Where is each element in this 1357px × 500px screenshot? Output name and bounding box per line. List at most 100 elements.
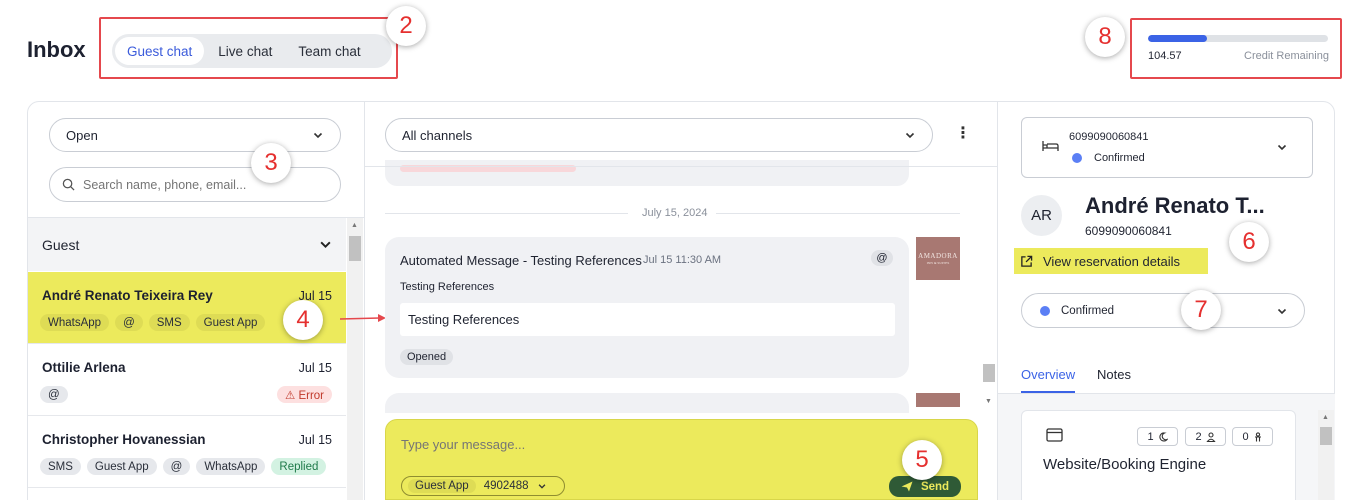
chevron-down-icon: [320, 241, 331, 249]
channel-chip: Guest App: [195, 314, 266, 331]
tab-live-chat[interactable]: Live chat: [206, 37, 284, 65]
conversation-name: Christopher Hovanessian: [42, 432, 206, 447]
booking-source-title: Website/Booking Engine: [1043, 456, 1207, 473]
search-icon: [62, 178, 75, 191]
message-status-badge: Opened: [400, 349, 454, 365]
annotation-badge-5: 5: [902, 440, 942, 480]
guests-count: 2: [1185, 427, 1226, 446]
channel-chip: WhatsApp: [40, 314, 110, 331]
brand-logo-tagline: INN & SUITES: [926, 261, 950, 265]
chevron-down-icon: [1277, 308, 1287, 315]
channel-chip: SMS: [40, 458, 81, 475]
view-reservation-link[interactable]: View reservation details: [1014, 248, 1208, 274]
child-icon: [1254, 431, 1261, 441]
conversation-item[interactable]: Christopher Hovanessian Jul 15 SMS Guest…: [28, 416, 346, 488]
send-channel-select[interactable]: Guest App 4902488: [401, 476, 565, 496]
reservation-status: Confirmed: [1094, 152, 1145, 164]
status-dot: [1072, 153, 1082, 163]
booking-source-card: [1021, 410, 1296, 500]
send-channel-id: 4902488: [483, 480, 529, 492]
conversation-name: André Renato Teixeira Rey: [42, 288, 213, 303]
avatar: AR: [1021, 195, 1062, 236]
brand-logo: [916, 393, 960, 407]
moon-icon: [1158, 431, 1168, 441]
tab-notes[interactable]: Notes: [1097, 367, 1131, 382]
reservation-number: 6099090060841: [1069, 131, 1149, 143]
scroll-down-arrow-icon[interactable]: ▼: [985, 398, 992, 405]
send-button-label: Send: [920, 480, 950, 493]
message-input[interactable]: [401, 437, 801, 452]
chevron-down-icon: [313, 132, 323, 139]
view-reservation-label: View reservation details: [1043, 253, 1181, 269]
credit-progress-fill: [1148, 35, 1208, 42]
brand-logo: AMADORA INN & SUITES: [916, 237, 960, 280]
status-dot: [1040, 306, 1050, 316]
nights-count: 1: [1137, 427, 1178, 446]
conversation-name: Ottilie Arlena: [42, 360, 126, 375]
conversation-date: Jul 15: [298, 433, 332, 447]
overview-scrollbar[interactable]: [1318, 410, 1334, 500]
send-icon: [901, 481, 913, 492]
channel-chip: @: [115, 314, 143, 331]
reservation-selector[interactable]: [1021, 117, 1313, 178]
channel-filter-select[interactable]: All channels: [385, 118, 933, 152]
message-subject: Testing References: [400, 281, 495, 293]
annotation-box-credit: [1130, 18, 1342, 79]
scroll-up-arrow-icon[interactable]: ▲: [1322, 414, 1329, 421]
status-filter-select[interactable]: Open: [49, 118, 341, 152]
credit-progress-bar: [1148, 35, 1328, 42]
message-title: Automated Message - Testing References: [400, 253, 642, 268]
next-message-bubble: [385, 393, 909, 413]
guest-name: André Renato T...: [1085, 193, 1265, 218]
annotation-badge-4: 4: [283, 300, 323, 340]
nights-value: 1: [1147, 430, 1154, 443]
annotation-badge-6: 6: [1229, 222, 1269, 262]
credit-label: Credit Remaining: [1244, 50, 1329, 62]
tab-team-chat[interactable]: Team chat: [286, 37, 372, 65]
annotation-badge-7: 7: [1181, 290, 1221, 330]
chat-type-tabs: Guest chat Live chat Team chat: [112, 34, 392, 68]
chevron-down-icon: [905, 132, 915, 139]
guests-value: 2: [1195, 430, 1202, 443]
date-divider-line: [716, 213, 960, 214]
scrollbar-thumb[interactable]: [983, 364, 995, 382]
scrollbar-thumb[interactable]: [349, 236, 361, 261]
error-badge: ⚠ Error: [276, 386, 332, 403]
children-value: 0: [1242, 430, 1249, 443]
tab-overview[interactable]: Overview: [1021, 367, 1075, 382]
guest-section-header[interactable]: Guest: [28, 218, 346, 271]
divider: [365, 166, 997, 167]
scroll-up-arrow-icon[interactable]: ▲: [351, 222, 358, 229]
chevron-down-icon: [1277, 144, 1287, 151]
message-time: Jul 15 11:30 AM: [643, 254, 722, 266]
more-options-icon[interactable]: ⋮: [955, 126, 971, 142]
bed-icon: [1042, 141, 1059, 151]
status-filter-value: Open: [66, 127, 98, 143]
channel-chip: @: [162, 458, 191, 475]
annotation-badge-3: 3: [251, 143, 291, 183]
channel-chip: WhatsApp: [196, 458, 266, 475]
previous-message-bubble: [385, 160, 909, 186]
guest-section-title: Guest: [42, 236, 80, 253]
person-icon: [1205, 431, 1216, 442]
reservation-status-value: Confirmed: [1061, 305, 1115, 317]
conversation-item[interactable]: Ottilie Arlena Jul 15 @ ⚠ Error: [28, 344, 346, 416]
channel-chip: @: [40, 386, 68, 403]
chevron-down-icon: [538, 484, 545, 489]
annotation-badge-2: 2: [386, 6, 426, 46]
scrollbar-thumb[interactable]: [1320, 427, 1332, 445]
annotation-badge-8: 8: [1085, 17, 1125, 57]
channel-filter-value: All channels: [402, 127, 473, 143]
external-link-icon: [1021, 255, 1033, 267]
guest-phone: 6099090060841: [1085, 224, 1172, 238]
replied-badge: Replied: [271, 458, 327, 475]
send-channel-name: Guest App: [408, 479, 476, 493]
browser-window-icon: [1046, 428, 1063, 442]
children-count: 0: [1232, 427, 1273, 446]
page-title: Inbox: [27, 37, 86, 62]
column-divider: [364, 102, 365, 500]
message-body: Testing References: [400, 303, 895, 336]
tab-guest-chat[interactable]: Guest chat: [115, 37, 205, 65]
credit-amount: 104.57: [1148, 50, 1182, 62]
date-divider: July 15, 2024: [642, 207, 708, 219]
